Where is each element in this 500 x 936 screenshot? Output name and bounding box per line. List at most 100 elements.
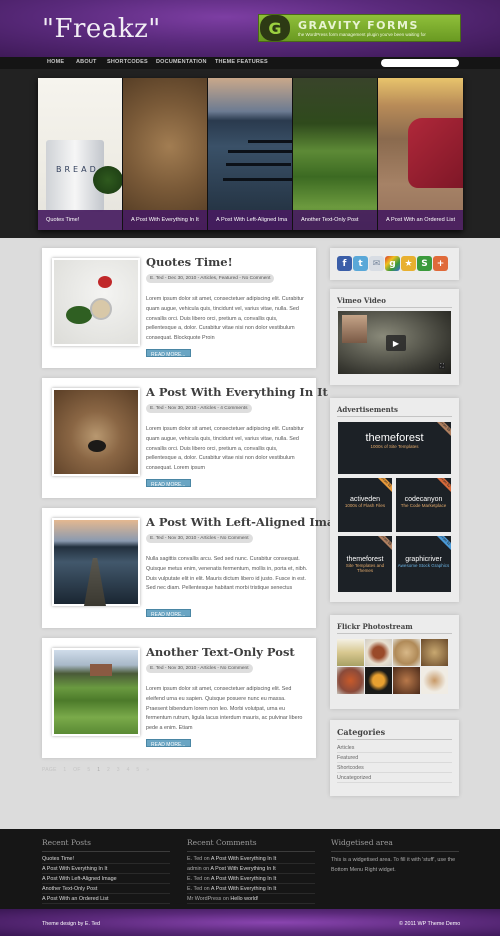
- post-thumbnail[interactable]: [52, 518, 140, 606]
- read-more-button[interactable]: READ MORE...: [146, 349, 191, 358]
- flickr-photo[interactable]: [393, 639, 420, 666]
- pier-image: [84, 558, 106, 606]
- comment-author[interactable]: E. Ted: [187, 886, 202, 892]
- categories-widget: Categories Articles Featured Shortcodes …: [330, 720, 459, 796]
- dock-image: [223, 178, 292, 181]
- copyright: © 2011 WP Theme Demo: [399, 921, 461, 927]
- post-thumbnail[interactable]: [52, 258, 140, 346]
- post-meta: E. Ted - Nov 30, 2010 - Articles - No Co…: [146, 534, 253, 543]
- post-title[interactable]: A Post With Everything In It: [146, 385, 328, 399]
- vimeo-player[interactable]: ▶ ⛶: [338, 311, 451, 374]
- ad-themeforest-large[interactable]: themeforest 1000s of Site Templates From…: [338, 422, 451, 474]
- facebook-icon[interactable]: f: [337, 256, 352, 271]
- read-more-button[interactable]: READ MORE...: [146, 479, 191, 488]
- comment-author[interactable]: Mr WordPress: [187, 896, 221, 902]
- recent-comment: admin on A Post With Everything In It: [187, 864, 315, 874]
- flickr-photo[interactable]: [365, 639, 392, 666]
- post-thumbnail[interactable]: [52, 388, 140, 476]
- comment-post-link[interactable]: A Post With Everything In It: [210, 866, 275, 872]
- nav-home[interactable]: HOME: [47, 59, 64, 65]
- recent-post-link[interactable]: A Post With Left-Aligned Image: [42, 874, 170, 884]
- comment-author[interactable]: E. Ted: [187, 856, 202, 862]
- email-icon[interactable]: ✉: [369, 256, 384, 271]
- page-2[interactable]: 2: [107, 767, 110, 773]
- post-title[interactable]: Another Text-Only Post: [146, 645, 295, 659]
- gravity-forms-banner-ad[interactable]: G GRAVITY FORMS the WordPress form manag…: [258, 14, 461, 42]
- featured-slider: BREAD Quotes Time! A Post With Everythin…: [0, 69, 500, 238]
- ad-graphicriver[interactable]: graphicriver Awesome Stock Graphics From…: [396, 536, 451, 592]
- flickr-photo[interactable]: [337, 667, 364, 694]
- scale-image: [90, 298, 112, 320]
- ad-codecanyon[interactable]: codecanyon The Code Marketplace From $2: [396, 478, 451, 532]
- parsley-image: [93, 166, 122, 194]
- next-page-button[interactable]: »: [146, 767, 149, 773]
- comment-post-link[interactable]: Hello world!: [230, 896, 258, 902]
- page-5[interactable]: 5: [136, 767, 139, 773]
- price-ribbon: From $1: [374, 478, 392, 495]
- site-logo[interactable]: "Freakz": [42, 14, 161, 44]
- slide-text-only[interactable]: Another Text-Only Post: [293, 78, 378, 230]
- slide-caption: A Post With an Ordered List: [378, 210, 463, 230]
- slide-everything[interactable]: A Post With Everything In It: [123, 78, 208, 230]
- page-3[interactable]: 3: [117, 767, 120, 773]
- recent-post-link[interactable]: Quotes Time!: [42, 854, 170, 864]
- slide-ordered-list[interactable]: A Post With an Ordered List: [378, 78, 463, 230]
- slide-caption: Quotes Time!: [38, 210, 122, 230]
- post-excerpt: Lorem ipsum dolor sit amet, consectetuer…: [146, 686, 303, 732]
- page-4[interactable]: 4: [127, 767, 130, 773]
- comment-author[interactable]: admin: [187, 866, 202, 872]
- play-icon[interactable]: ▶: [386, 335, 406, 351]
- comment-author[interactable]: E. Ted: [187, 876, 202, 882]
- ad-themeforest-small[interactable]: themeforest Site Templates and Themes Fr…: [338, 536, 392, 592]
- nav-about[interactable]: ABOUT: [76, 59, 97, 65]
- on-label: on: [203, 856, 210, 862]
- flickr-photo[interactable]: [365, 667, 392, 694]
- flickr-photo[interactable]: [337, 639, 364, 666]
- category-link-articles[interactable]: Articles: [337, 743, 452, 753]
- pagination-label: PAGE 1 OF 5: [42, 767, 91, 773]
- fullscreen-icon[interactable]: ⛶: [439, 363, 445, 369]
- search-input[interactable]: [381, 59, 459, 67]
- ad-subtitle: The Code Marketplace: [400, 503, 447, 508]
- herbs-image: [66, 306, 92, 324]
- comment-post-link[interactable]: A Post With Everything In It: [211, 886, 276, 892]
- slide-left-aligned[interactable]: A Post With Left-Aligned Ima: [208, 78, 293, 230]
- page-1[interactable]: 1: [97, 767, 100, 773]
- post-card: Another Text-Only Post E. Ted - Nov 30, …: [42, 638, 316, 758]
- flickr-photo[interactable]: [393, 667, 420, 694]
- read-more-button[interactable]: READ MORE...: [146, 609, 191, 618]
- flickr-photo[interactable]: [421, 667, 448, 694]
- category-link-uncategorized[interactable]: Uncategorized: [337, 773, 452, 783]
- widget-title: Flickr Photostream: [337, 622, 413, 631]
- favorites-icon[interactable]: ★: [401, 256, 416, 271]
- ad-activeden[interactable]: activeden 1000s of Flash Files From $1: [338, 478, 392, 532]
- nav-shortcodes[interactable]: SHORTCODES: [107, 59, 148, 65]
- slide-quotes-time[interactable]: BREAD Quotes Time!: [38, 78, 123, 230]
- post-excerpt: Lorem ipsum dolor sit amet, consectetuer…: [146, 426, 304, 472]
- on-label: on: [203, 866, 210, 872]
- recent-post-link[interactable]: Another Text-Only Post: [42, 884, 170, 894]
- stumbleupon-icon[interactable]: S: [417, 256, 432, 271]
- comment-post-link[interactable]: A Post With Everything In It: [211, 876, 276, 882]
- red-car-image: [408, 118, 463, 188]
- category-link-featured[interactable]: Featured: [337, 753, 452, 763]
- footer-widgets: Recent Posts Quotes Time! A Post With Ev…: [0, 829, 500, 909]
- post-title[interactable]: A Post With Left-Aligned Image: [146, 515, 350, 529]
- ad-name: themeforest: [365, 432, 424, 444]
- divider: [337, 739, 452, 740]
- read-more-button[interactable]: READ MORE...: [146, 739, 191, 748]
- twitter-icon[interactable]: t: [353, 256, 368, 271]
- recent-post-link[interactable]: A Post With Everything In It: [42, 864, 170, 874]
- google-icon[interactable]: g: [385, 256, 400, 271]
- nav-documentation[interactable]: DOCUMENTATION: [156, 59, 207, 65]
- share-more-icon[interactable]: +: [433, 256, 448, 271]
- post-title[interactable]: Quotes Time!: [146, 255, 233, 269]
- slide-caption: A Post With Everything In It: [123, 210, 207, 230]
- flickr-photo[interactable]: [421, 639, 448, 666]
- recent-post-link[interactable]: A Post With an Ordered List: [42, 894, 170, 904]
- pagination: PAGE 1 OF 5 1 2 3 4 5 »: [42, 767, 149, 773]
- category-link-shortcodes[interactable]: Shortcodes: [337, 763, 452, 773]
- post-thumbnail[interactable]: [52, 648, 140, 736]
- nav-theme-features[interactable]: THEME FEATURES: [215, 59, 268, 65]
- comment-post-link[interactable]: A Post With Everything In It: [211, 856, 276, 862]
